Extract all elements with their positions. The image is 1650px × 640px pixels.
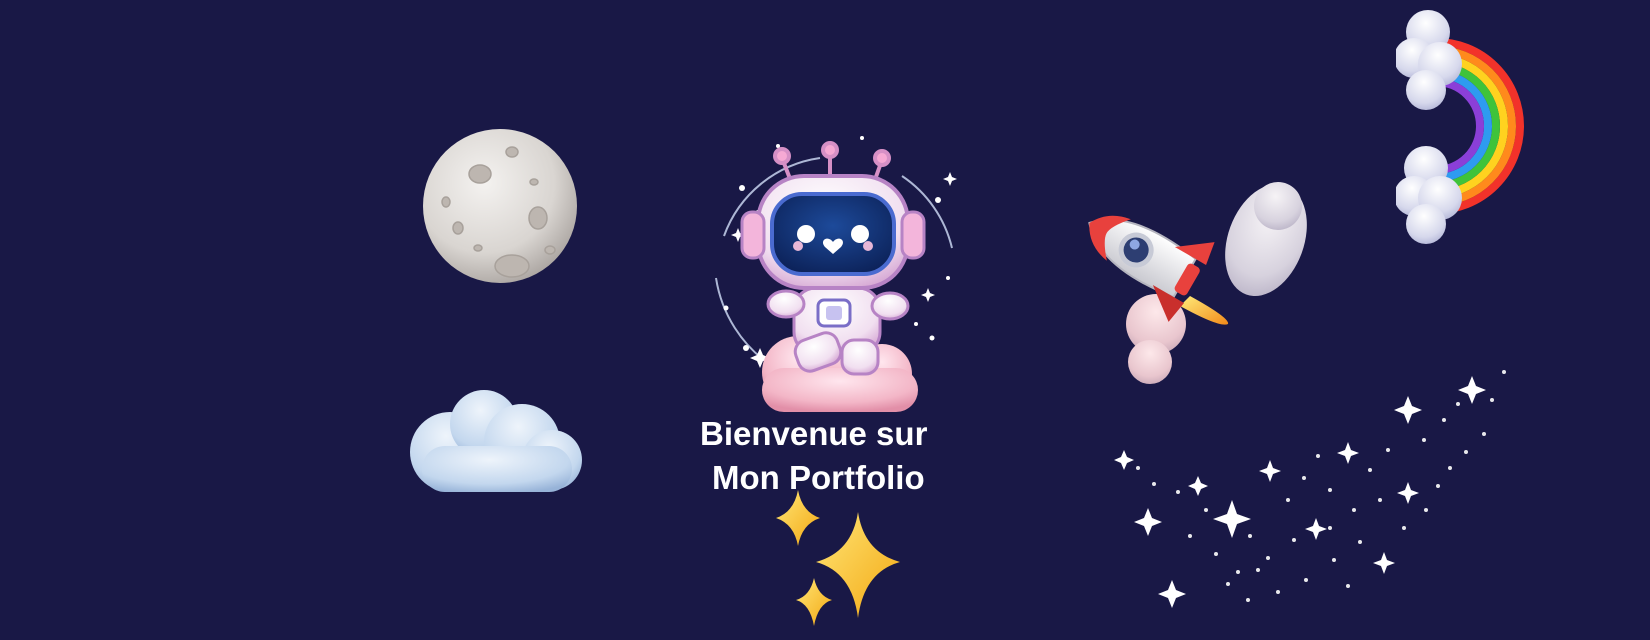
- star-trail-icon: [1114, 370, 1506, 608]
- astronaut-icon: [715, 136, 957, 412]
- rainbow-icon: [1396, 10, 1524, 244]
- cloud-icon: [410, 390, 582, 492]
- sparkles-icon: [776, 490, 900, 626]
- title-line-1: Bienvenue sur: [700, 415, 928, 452]
- page-title: Bienvenue sur Mon Portfolio: [700, 412, 970, 500]
- hero-section: Bienvenue sur Mon Portfolio: [0, 0, 1650, 640]
- moon-icon: [423, 129, 577, 283]
